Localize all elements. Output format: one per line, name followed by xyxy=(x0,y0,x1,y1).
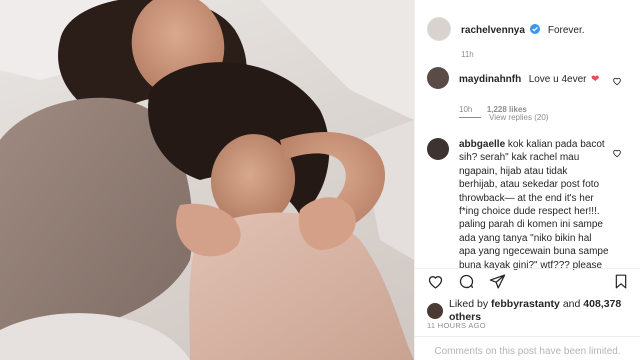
footer-divider xyxy=(415,336,640,337)
caption-row: rachelvennya Forever. 11h xyxy=(427,17,585,59)
comment-line: ada yang tanya "niko bikin hal xyxy=(459,232,592,244)
comment-line: sih? serah" kak rachel mau xyxy=(459,152,580,164)
red-heart-emoji: ❤ xyxy=(590,74,600,85)
comment-line: kok kalian pada bacot xyxy=(507,139,605,150)
caption-text: Forever. xyxy=(547,25,585,36)
comments-limited-notice: Comments on this post have been limited. xyxy=(434,346,621,357)
comments-panel: rachelvennya Forever. 11h maydinahnfh Lo… xyxy=(414,0,640,360)
verified-icon xyxy=(530,21,541,34)
comment-username[interactable]: maydinahnfh xyxy=(459,74,521,85)
author-username[interactable]: rachelvennya xyxy=(461,25,525,36)
heart-icon[interactable] xyxy=(427,273,444,295)
photo-illustration xyxy=(0,0,414,360)
view-replies-label: View replies (20) xyxy=(489,113,549,122)
replies-line xyxy=(459,117,481,118)
comment-item: maydinahnfh Love u 4ever ❤ 10h 1,228 lik… xyxy=(427,67,599,117)
author-avatar[interactable] xyxy=(427,17,451,41)
post-photo[interactable] xyxy=(0,0,414,360)
action-bar xyxy=(425,273,631,295)
comment-username[interactable]: abbgaelle xyxy=(459,139,505,150)
liked-by-user[interactable]: febbyrastanty xyxy=(491,298,560,310)
comment-line: ngapain, hijab atau tidak xyxy=(459,165,568,177)
post-timestamp: 11 HOURS AGO xyxy=(427,321,486,330)
instagram-post: rachelvennya Forever. 11h maydinahnfh Lo… xyxy=(0,0,640,360)
commenter-avatar[interactable] xyxy=(427,138,449,160)
comment-line: paling parah di komen ini sampe xyxy=(459,219,603,231)
share-icon[interactable] xyxy=(489,273,506,295)
liked-by-and: and xyxy=(562,298,581,310)
comment-line: apa yang ngecewain buna sampe xyxy=(459,246,609,258)
like-comment-icon[interactable] xyxy=(612,145,622,163)
liker-avatar[interactable] xyxy=(427,303,443,320)
comment-text-block: abbgaelle kok kalian pada bacot sih? ser… xyxy=(459,138,617,272)
comment-item: abbgaelle kok kalian pada bacot sih? ser… xyxy=(427,138,617,272)
commenter-avatar[interactable] xyxy=(427,67,449,89)
comment-line: f*ing choice dude respect her!!!. xyxy=(459,206,600,218)
comment-line: throwback— at the end it's her xyxy=(459,192,594,204)
bookmark-icon[interactable] xyxy=(613,273,629,295)
like-comment-icon[interactable] xyxy=(612,73,622,91)
view-replies-button[interactable]: View replies (20) xyxy=(459,113,548,122)
comment-text: Love u 4ever xyxy=(528,74,587,85)
comment-icon[interactable] xyxy=(458,273,475,295)
actions-divider xyxy=(415,268,640,269)
liked-by-prefix: Liked by xyxy=(449,298,489,310)
comment-line: buna kayak gini?" wtf??? please xyxy=(459,259,603,271)
caption-time: 11h xyxy=(461,50,474,59)
comment-line: berhijab, atau sekedar post foto xyxy=(459,179,600,191)
